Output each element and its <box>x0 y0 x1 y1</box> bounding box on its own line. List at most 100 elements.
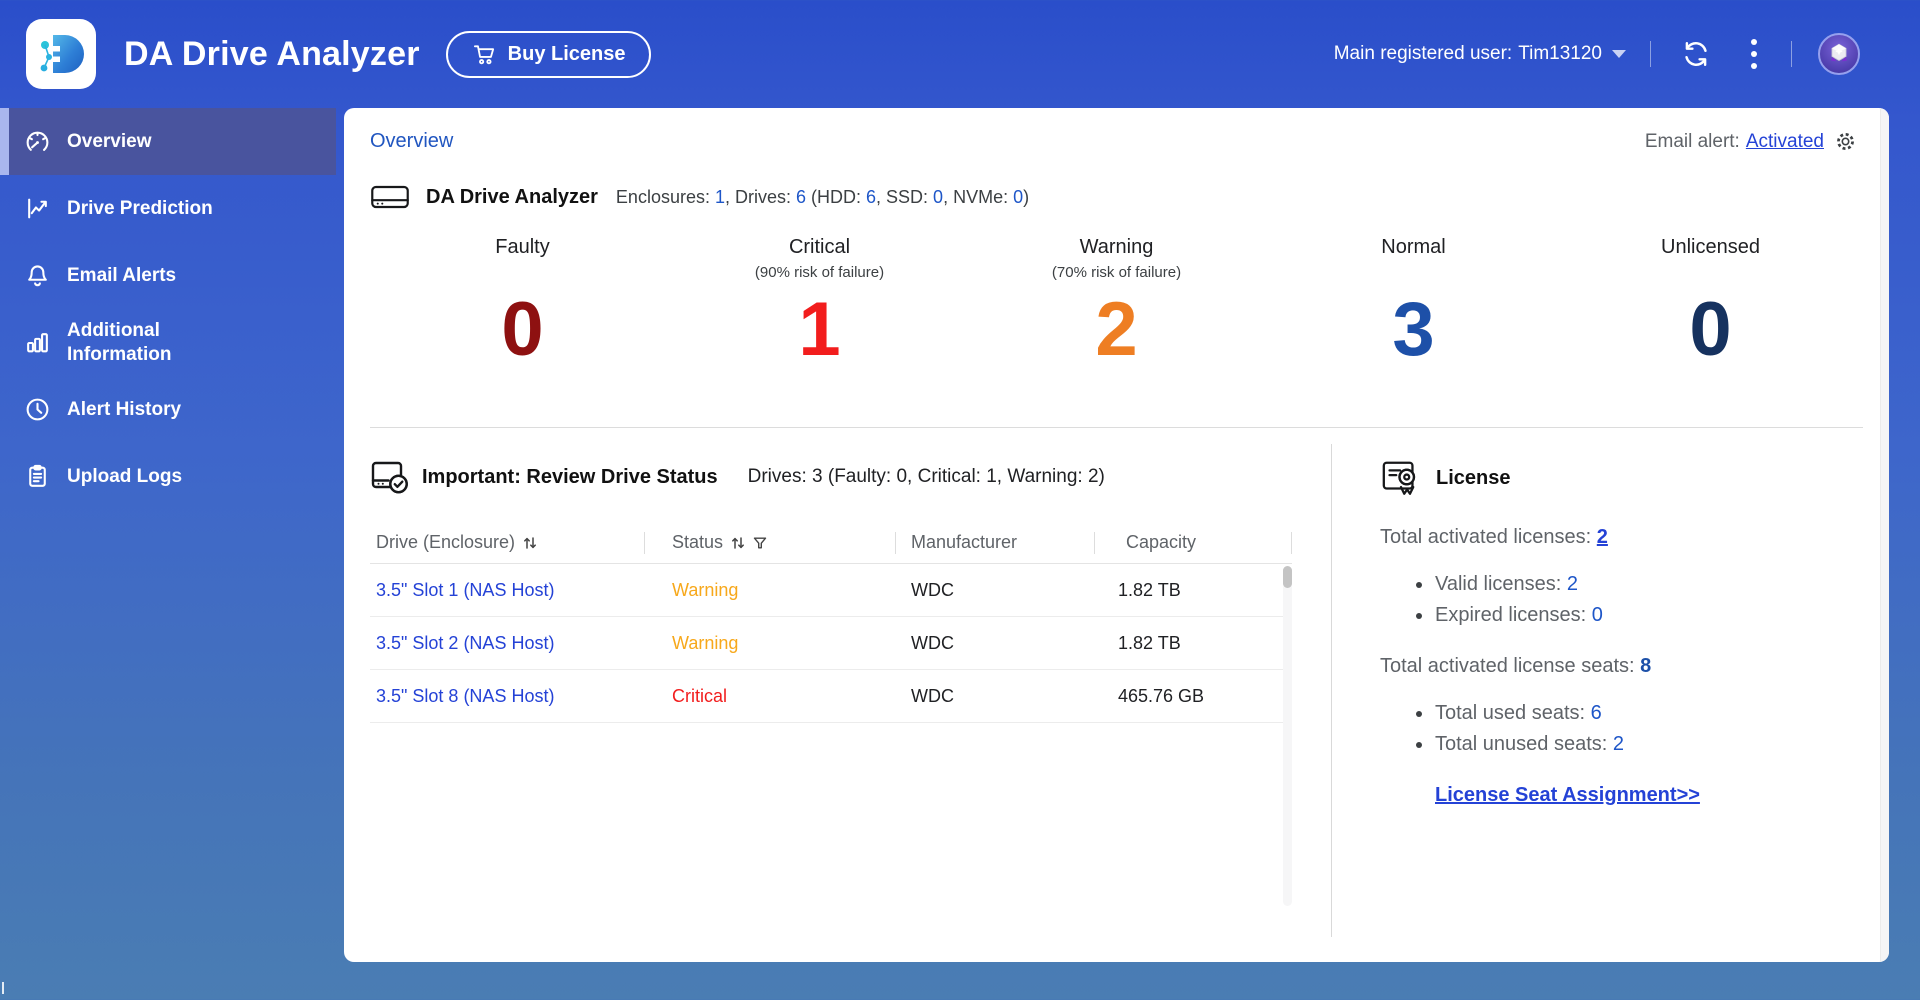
breadcrumb: Overview <box>370 130 454 152</box>
list-item: Expired licenses: 0 <box>1408 600 1889 631</box>
clock-icon <box>24 396 51 423</box>
sidebar-item-upload-logs[interactable]: Upload Logs <box>0 443 336 510</box>
license-breakdown-list: Valid licenses: 2 Expired licenses: 0 <box>1380 569 1889 631</box>
email-alert-status-link[interactable]: Activated <box>1746 131 1824 153</box>
sidebar-item-email-alerts[interactable]: Email Alerts <box>0 242 336 309</box>
gear-icon[interactable] <box>1834 130 1857 153</box>
sidebar: Overview Drive Prediction Email Alerts A… <box>0 108 336 1000</box>
user-avatar-button[interactable] <box>1818 33 1860 75</box>
drive-link[interactable]: 3.5" Slot 8 (NAS Host) <box>376 686 554 706</box>
kebab-icon <box>1751 39 1757 45</box>
stat-sublabel: (70% risk of failure) <box>1051 264 1182 281</box>
status-text: Critical <box>672 685 728 706</box>
seats-breakdown-list: Total used seats: 6 Total unused seats: … <box>1380 698 1889 760</box>
sidebar-item-additional-information[interactable]: Additional Information <box>0 309 336 376</box>
list-item: Total unused seats: 2 <box>1408 729 1889 760</box>
sidebar-item-label: Additional Information <box>67 319 172 365</box>
column-header-status[interactable]: Status <box>644 522 895 563</box>
stat-label: Critical <box>788 236 851 258</box>
more-options-button[interactable] <box>1741 37 1767 71</box>
drive-status-section: Important: Review Drive Status Drives: 3… <box>344 428 1332 961</box>
used-seats-value: 6 <box>1590 702 1602 724</box>
caret-down-icon <box>1612 50 1626 58</box>
manufacturer-cell: WDC <box>911 579 954 600</box>
stat-label: Unlicensed <box>1661 236 1760 258</box>
manufacturer-cell: WDC <box>911 685 954 706</box>
sidebar-item-alert-history[interactable]: Alert History <box>0 376 336 443</box>
refresh-button[interactable] <box>1681 39 1711 69</box>
app-title: DA Drive Analyzer <box>124 34 420 73</box>
sort-icon[interactable] <box>522 535 538 551</box>
stat-value: 0 <box>501 287 544 372</box>
list-item: Valid licenses: 2 <box>1408 569 1889 600</box>
license-header: License <box>1380 458 1889 498</box>
table-row: 3.5" Slot 1 (NAS Host) Warning WDC 1.82 … <box>370 564 1292 617</box>
cart-icon <box>472 42 497 67</box>
buy-license-label: Buy License <box>507 42 626 65</box>
column-header-manufacturer: Manufacturer <box>895 522 1094 563</box>
stat-sublabel: (90% risk of failure) <box>754 264 885 281</box>
clipboard-icon <box>24 463 51 490</box>
sidebar-item-label: Drive Prediction <box>67 197 213 219</box>
stat-sublabel <box>374 264 671 288</box>
drive-link[interactable]: 3.5" Slot 1 (NAS Host) <box>376 580 554 600</box>
unused-seats-value: 2 <box>1612 733 1625 755</box>
hdd-icon <box>370 182 410 212</box>
capacity-cell: 1.82 TB <box>1118 579 1181 600</box>
stat-critical: Critical (90% risk of failure) 1 <box>671 236 968 404</box>
status-text: Warning <box>672 579 739 600</box>
column-header-drive[interactable]: Drive (Enclosure) <box>370 522 644 563</box>
refresh-icon <box>1681 39 1711 69</box>
table-header-row: Drive (Enclosure) Status Manufacturer Ca… <box>370 522 1292 564</box>
table-row: 3.5" Slot 8 (NAS Host) Critical WDC 465.… <box>370 670 1292 723</box>
sidebar-item-label: Overview <box>67 130 152 152</box>
sidebar-item-overview[interactable]: Overview <box>0 108 336 175</box>
sidebar-item-label: Alert History <box>67 398 182 420</box>
drive-status-header: Important: Review Drive Status Drives: 3… <box>370 458 1332 496</box>
header-divider <box>1791 41 1792 67</box>
stat-warning: Warning (70% risk of failure) 2 <box>968 236 1265 404</box>
total-seats-value: 8 <box>1640 655 1652 677</box>
stat-value: 0 <box>1689 287 1732 372</box>
license-seat-assignment-link[interactable]: License Seat Assignment>> <box>1435 784 1700 807</box>
sort-icon[interactable] <box>730 535 746 551</box>
drive-link[interactable]: 3.5" Slot 2 (NAS Host) <box>376 633 554 653</box>
sidebar-item-label: Upload Logs <box>67 465 183 487</box>
total-licenses-line: Total activated licenses: 2 <box>1380 526 1608 548</box>
total-seats-line: Total activated license seats: 8 <box>1380 655 1652 677</box>
license-title: License <box>1436 466 1511 489</box>
summary-title: DA Drive Analyzer <box>426 185 598 208</box>
summary-row: DA Drive Analyzer Enclosures: 1, Drives:… <box>344 180 1889 214</box>
buy-license-button[interactable]: Buy License <box>445 30 652 78</box>
header-divider <box>1650 41 1651 67</box>
stat-value: 2 <box>1095 287 1138 372</box>
stat-unlicensed: Unlicensed 0 <box>1562 236 1859 404</box>
registered-user-menu[interactable]: Main registered user: Tim13120 <box>1334 43 1626 65</box>
license-panel: License Total activated licenses: 2 Vali… <box>1332 428 1889 961</box>
stat-sublabel <box>1265 264 1562 288</box>
stat-faulty: Faulty 0 <box>374 236 671 404</box>
stat-label: Faulty <box>495 236 550 258</box>
lower-panes: Important: Review Drive Status Drives: 3… <box>344 428 1889 961</box>
gauge-icon <box>24 128 51 155</box>
enclosures-count: 1 <box>714 186 725 207</box>
license-icon <box>1380 457 1422 499</box>
user-avatar-gem-icon <box>1825 40 1853 68</box>
stat-normal: Normal 3 <box>1265 236 1562 404</box>
sidebar-item-label: Email Alerts <box>67 264 177 286</box>
card-header-row: Overview Email alert: Activated <box>344 108 1889 154</box>
sidebar-item-drive-prediction[interactable]: Drive Prediction <box>0 175 336 242</box>
total-licenses-link[interactable]: 2 <box>1597 526 1608 548</box>
table-scrollbar-thumb[interactable] <box>1283 566 1292 588</box>
manufacturer-cell: WDC <box>911 632 954 653</box>
app-header: DA Drive Analyzer Buy License Main regis… <box>0 0 1920 108</box>
stat-value: 3 <box>1392 287 1435 372</box>
filter-icon[interactable] <box>753 536 767 550</box>
bell-icon <box>24 262 51 289</box>
email-alert-config: Email alert: Activated <box>1645 130 1857 153</box>
line-chart-icon <box>24 195 51 222</box>
table-scrollbar-track <box>1283 566 1292 906</box>
capacity-cell: 1.82 TB <box>1118 632 1181 653</box>
registered-user-name: Tim13120 <box>1518 43 1602 64</box>
drive-check-icon <box>370 457 410 497</box>
